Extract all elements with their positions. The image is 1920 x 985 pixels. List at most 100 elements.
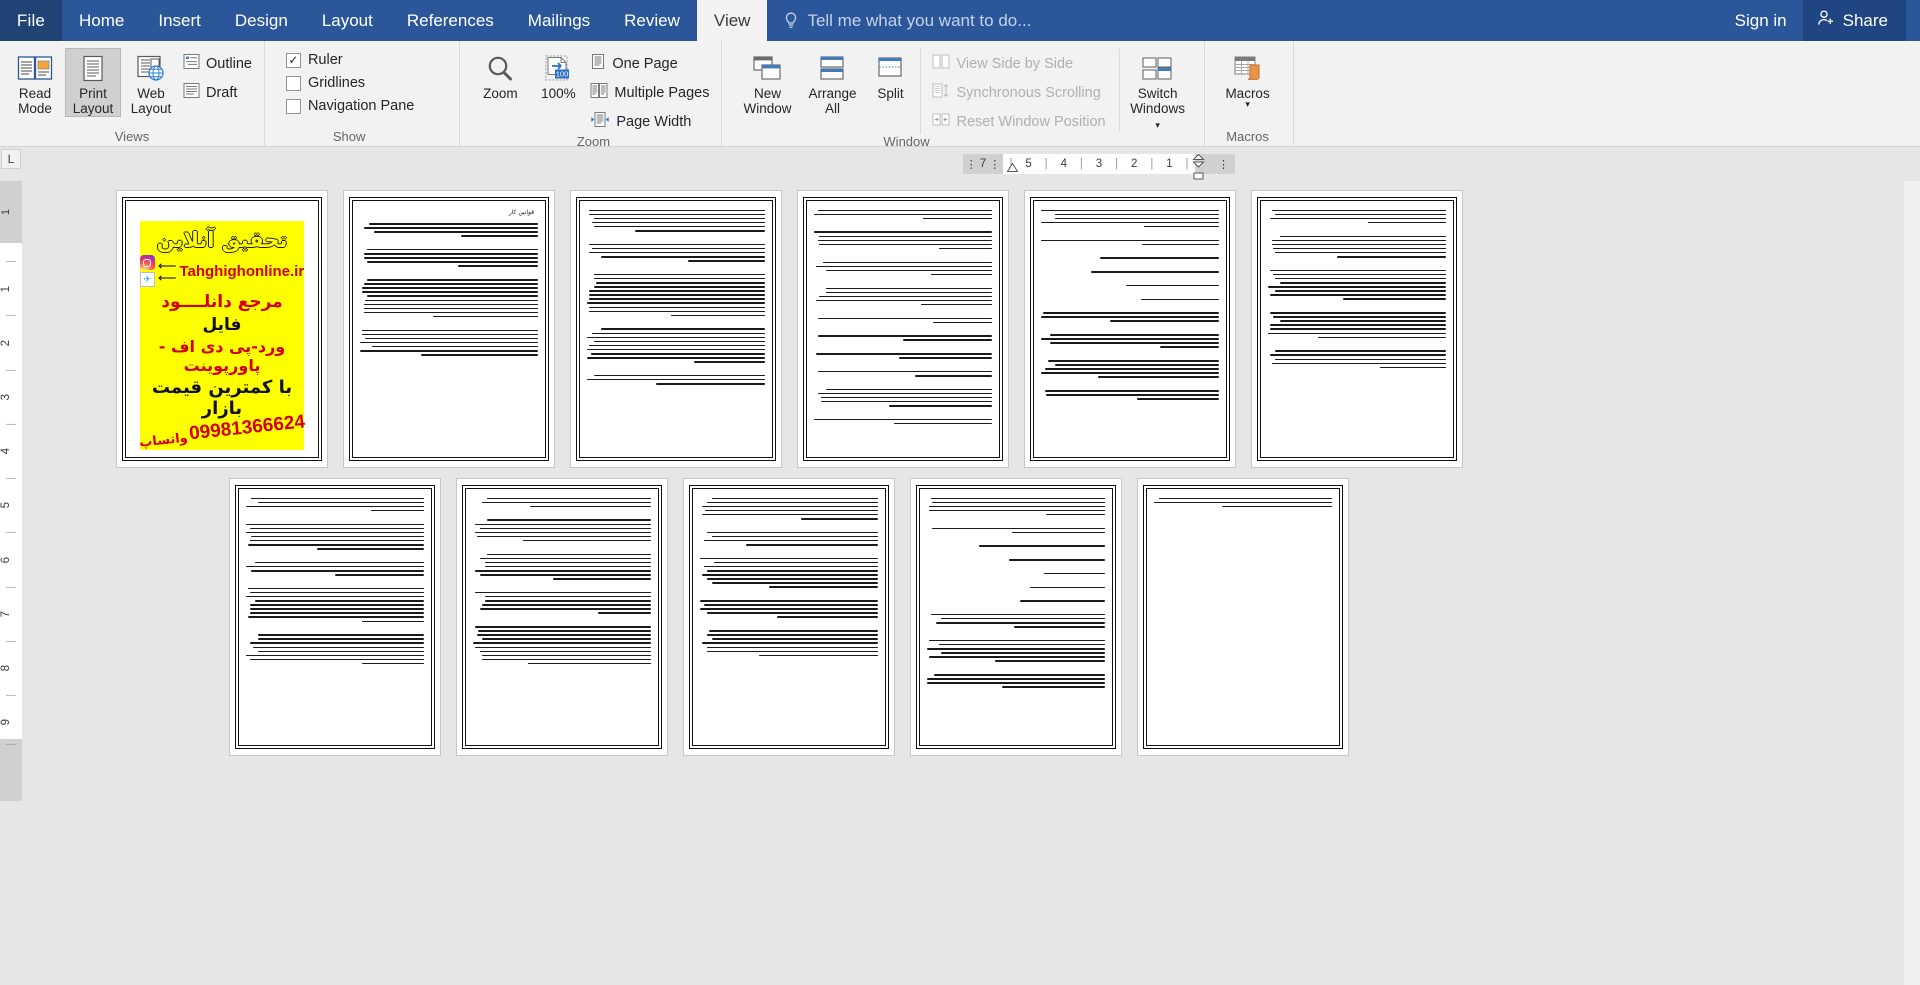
page-thumbnail-5[interactable]: [1024, 190, 1236, 468]
page-content-10: [919, 488, 1113, 746]
ruler-right-margin: ⋮ 7 ⋮: [963, 154, 1003, 174]
ad-headline: تحقیق آنلاین: [156, 228, 288, 252]
ruler-checkbox-row[interactable]: ✓ Ruler: [283, 51, 417, 69]
navigation-pane-checkbox[interactable]: [285, 98, 301, 114]
page-border-1: تحقیق آنلاین Tahghighonline.ir ⟵⟵ ✈ مرج: [122, 197, 322, 461]
sign-in-button[interactable]: Sign in: [1725, 11, 1797, 31]
svg-text:100: 100: [556, 70, 569, 79]
split-icon: [874, 52, 906, 86]
vertical-scrollbar[interactable]: [1904, 181, 1920, 985]
page-border-2: قوانین کار: [349, 197, 549, 461]
ad-line-4: ورد-پی دی اف - پاورپوینت: [158, 337, 286, 375]
tell-me-search[interactable]: Tell me what you want to do...: [783, 0, 1031, 41]
text-line: [461, 235, 538, 237]
tab-review[interactable]: Review: [607, 0, 697, 41]
text-line: [670, 314, 765, 317]
page-thumbnail-2[interactable]: قوانین کار: [343, 190, 555, 468]
text-line: [368, 223, 538, 225]
split-button[interactable]: Split: [866, 48, 914, 102]
synchronous-scrolling-button[interactable]: Synchronous Scrolling: [930, 80, 1110, 105]
print-layout-button[interactable]: Print Layout: [65, 48, 121, 117]
macros-button[interactable]: Macros ▾: [1217, 48, 1279, 109]
draft-button[interactable]: Draft: [181, 80, 257, 105]
switch-windows-button[interactable]: Switch Windows ▾: [1118, 48, 1197, 132]
text-line: [1137, 398, 1219, 400]
paragraph: [1041, 390, 1219, 400]
document-canvas[interactable]: تحقیق آنلاین Tahghighonline.ir ⟵⟵ ✈ مرج: [22, 181, 1904, 985]
page-width-button[interactable]: Page Width: [588, 109, 714, 134]
text-line: [367, 295, 538, 297]
page-thumbnail-6[interactable]: [1251, 190, 1463, 468]
reset-window-position-button[interactable]: Reset Window Position: [930, 109, 1110, 134]
instagram-icon[interactable]: [139, 255, 155, 270]
page-thumbnail-4[interactable]: [797, 190, 1009, 468]
page-thumbnail-10[interactable]: [910, 478, 1122, 756]
tab-stop-selector[interactable]: L: [1, 149, 21, 169]
paragraph: [927, 545, 1105, 547]
text-line: [920, 303, 992, 306]
vertical-ruler[interactable]: 1 — 1 — 2 — 3 — 4 — 5 — 6 — 7 — 8 — 9 —: [0, 181, 22, 801]
share-button[interactable]: Share: [1802, 0, 1906, 41]
tab-file[interactable]: File: [0, 0, 62, 41]
ribbon-group-views: Read Mode Print Layout Web Layout Outlin…: [0, 41, 265, 147]
text-line: [712, 497, 878, 500]
gridlines-checkbox-row[interactable]: Gridlines: [283, 74, 417, 92]
right-indent-marker[interactable]: [1006, 161, 1019, 179]
page-thumbnail-9[interactable]: [683, 478, 895, 756]
gridlines-checkbox[interactable]: [285, 75, 301, 91]
paragraph: [1268, 269, 1446, 300]
ruler-checkbox[interactable]: ✓: [285, 52, 301, 68]
text-line: [474, 570, 651, 572]
text-line: [487, 519, 651, 521]
zoom-100-button[interactable]: 100 100%: [530, 48, 586, 102]
web-layout-button[interactable]: Web Layout: [123, 48, 179, 117]
tab-layout[interactable]: Layout: [305, 0, 390, 41]
text-line: [819, 243, 992, 246]
paragraph: [587, 209, 765, 232]
text-line: [932, 501, 1105, 504]
page-thumbnail-11[interactable]: [1137, 478, 1349, 756]
outline-button[interactable]: Outline: [181, 51, 257, 76]
tab-home[interactable]: Home: [62, 0, 141, 41]
text-line: [1337, 256, 1446, 258]
text-line: [1269, 312, 1446, 314]
text-line: [594, 225, 765, 228]
text-line: [258, 650, 424, 653]
page-thumbnail-1[interactable]: تحقیق آنلاین Tahghighonline.ir ⟵⟵ ✈ مرج: [116, 190, 328, 468]
text-line: [1140, 298, 1219, 300]
text-line: [485, 561, 651, 564]
page-content-9: [692, 488, 886, 746]
page-content-2: قوانین کار: [352, 200, 546, 458]
text-line: [480, 608, 651, 610]
page-row-2: [229, 478, 1349, 756]
tab-insert[interactable]: Insert: [141, 0, 218, 41]
chevron-down-icon: ▾: [1245, 99, 1250, 109]
tab-references[interactable]: References: [390, 0, 511, 41]
text-line: [588, 209, 765, 212]
paragraph: [1041, 312, 1219, 322]
ad-url[interactable]: Tahghighonline.ir: [179, 263, 304, 280]
page-thumbnail-7[interactable]: [229, 478, 441, 756]
tab-mailings[interactable]: Mailings: [511, 0, 607, 41]
page-thumbnail-3[interactable]: [570, 190, 782, 468]
one-page-button[interactable]: One Page: [588, 51, 714, 76]
read-mode-button[interactable]: Read Mode: [7, 48, 63, 117]
text-line: [894, 422, 992, 425]
text-line: [1317, 336, 1446, 339]
multiple-pages-button[interactable]: Multiple Pages: [588, 80, 714, 105]
new-window-button[interactable]: New Window: [736, 48, 798, 117]
telegram-icon[interactable]: ✈: [139, 272, 155, 287]
navigation-pane-checkbox-row[interactable]: Navigation Pane: [283, 97, 417, 115]
zoom-button[interactable]: Zoom: [472, 48, 528, 102]
tab-view[interactable]: View: [696, 0, 768, 41]
view-side-by-side-button[interactable]: View Side by Side: [930, 51, 1110, 76]
arrange-all-button[interactable]: Arrange All: [800, 48, 864, 117]
tab-design[interactable]: Design: [218, 0, 305, 41]
page-thumbnail-8[interactable]: [456, 478, 668, 756]
